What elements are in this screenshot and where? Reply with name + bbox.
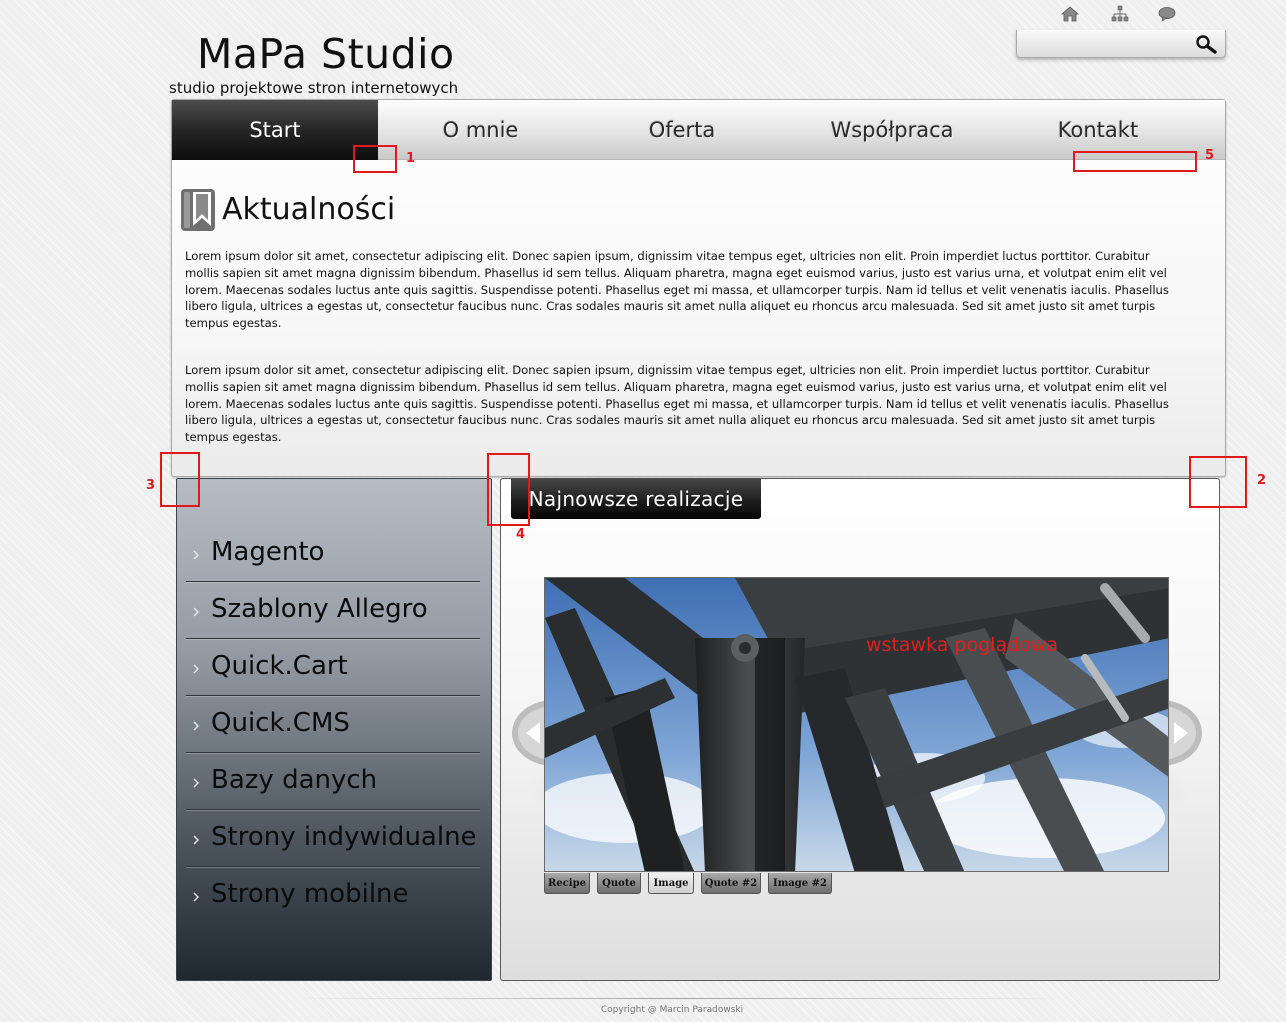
annotation-number: 1 — [406, 151, 416, 166]
news-title: Aktualności — [222, 192, 396, 227]
bookmark-icon — [180, 188, 216, 232]
news-paragraph: Lorem ipsum dolor sit amet, consectetur … — [185, 363, 1169, 445]
speech-bubble-icon[interactable] — [1157, 5, 1177, 23]
annotation-number: 2 — [1257, 473, 1267, 488]
slide-tab-image-2[interactable]: Image #2 — [768, 873, 832, 894]
annotation-number: 5 — [1205, 148, 1215, 163]
nav-item-oferta[interactable]: Oferta — [583, 100, 781, 160]
chevron-right-icon — [191, 888, 201, 902]
slide-tab-quote-2[interactable]: Quote #2 — [701, 873, 761, 894]
projects-title: Najnowsze realizacje — [511, 478, 761, 519]
sidebar-item-quick-cms[interactable]: Quick.CMS — [186, 696, 480, 753]
annotation-box — [160, 452, 200, 507]
nav-item-wspolpraca[interactable]: Współpraca — [781, 100, 1003, 160]
search-input[interactable] — [1023, 33, 1188, 53]
site-title[interactable]: MaPa Studio — [197, 30, 455, 78]
arrow-right-icon[interactable] — [1164, 700, 1204, 766]
sidebar-item-label: Szablony Allegro — [211, 594, 428, 624]
sidebar-item-label: Strony indywidualne — [211, 822, 477, 852]
sidebar-item-magento[interactable]: Magento — [186, 525, 480, 582]
sidebar-menu: Magento Szablony Allegro Quick.Cart Quic… — [176, 478, 492, 981]
chevron-right-icon — [191, 546, 201, 560]
sidebar-item-label: Magento — [211, 537, 325, 567]
slide-tab-recipe[interactable]: Recipe — [544, 873, 590, 894]
annotation-box — [1073, 151, 1197, 172]
annotation-box — [353, 145, 397, 173]
chevron-right-icon — [191, 660, 201, 674]
annotation-box — [487, 453, 530, 526]
main-content-frame: Start O mnie Oferta Współpraca Kontakt A… — [171, 99, 1226, 477]
slide-image[interactable] — [544, 577, 1169, 872]
sidebar-item-quick-cart[interactable]: Quick.Cart — [186, 639, 480, 696]
sidebar-item-bazy-danych[interactable]: Bazy danych — [186, 753, 480, 810]
copyright: Copyright @ Marcin Paradowski — [600, 1005, 744, 1015]
search-icon[interactable] — [1193, 34, 1219, 54]
chevron-right-icon — [191, 717, 201, 731]
news-paragraph: Lorem ipsum dolor sit amet, consectetur … — [185, 249, 1169, 331]
chevron-right-icon — [191, 603, 201, 617]
slide-caption: wstawka poglądowa — [866, 634, 1058, 656]
chevron-right-icon — [191, 831, 201, 845]
sidebar-item-label: Quick.Cart — [211, 651, 348, 681]
sidebar-item-strony-mobilne[interactable]: Strony mobilne — [186, 867, 480, 924]
sidebar-item-label: Strony mobilne — [211, 879, 409, 909]
nav-item-start[interactable]: Start — [172, 100, 378, 160]
footer-divider — [300, 998, 1060, 999]
sidebar-item-label: Bazy danych — [211, 765, 378, 795]
chevron-right-icon — [191, 774, 201, 788]
site-subtitle: studio projektowe stron internetowych — [169, 79, 459, 97]
sidebar-item-szablony-allegro[interactable]: Szablony Allegro — [186, 582, 480, 639]
slide-tab-quote[interactable]: Quote — [597, 873, 641, 894]
sidebar-item-label: Quick.CMS — [211, 708, 350, 738]
annotation-box — [1189, 456, 1247, 508]
main-nav: Start O mnie Oferta Współpraca Kontakt — [172, 100, 1225, 160]
annotation-number: 4 — [516, 527, 526, 542]
home-icon[interactable] — [1060, 5, 1080, 23]
slide-tab-image[interactable]: Image — [648, 873, 694, 894]
sitemap-icon[interactable] — [1110, 5, 1130, 23]
search-box — [1016, 30, 1226, 58]
sidebar-item-strony-indywidualne[interactable]: Strony indywidualne — [186, 810, 480, 867]
annotation-number: 3 — [146, 478, 156, 493]
